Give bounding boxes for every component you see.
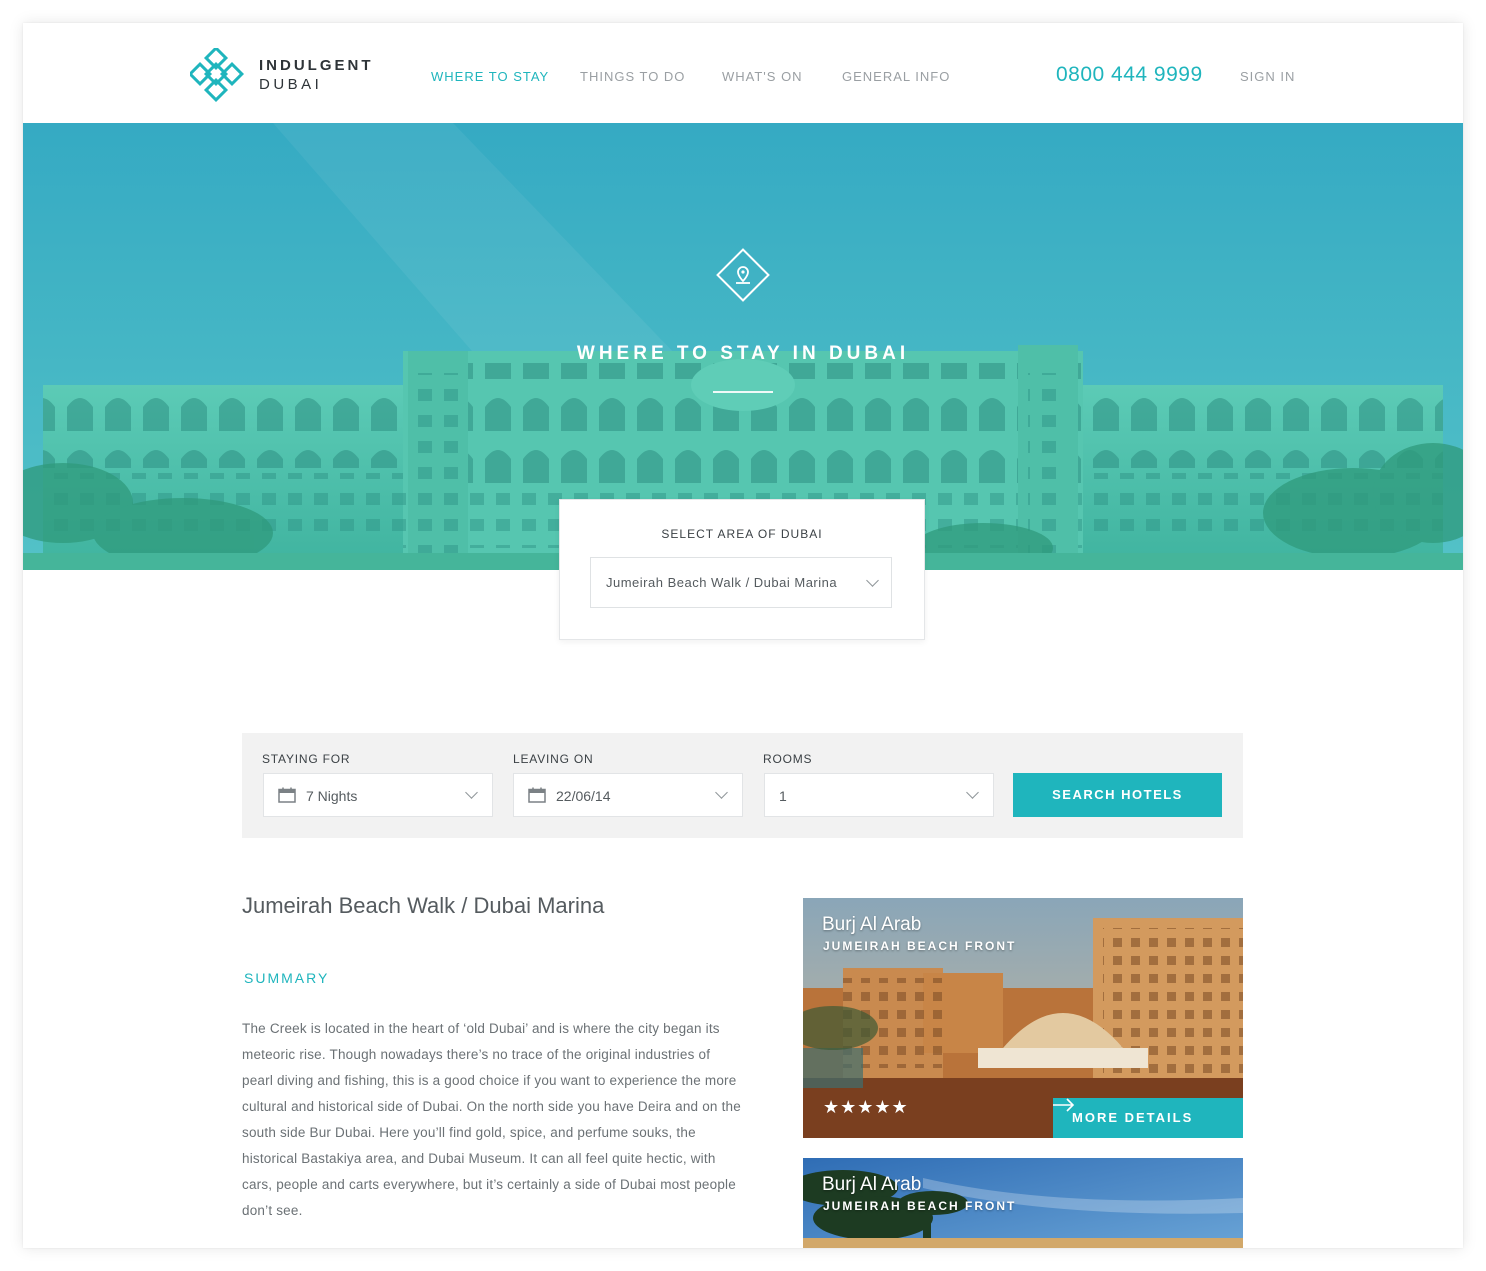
rooms-label: ROOMS: [763, 752, 813, 766]
rooms-value: 1: [779, 788, 787, 804]
phone-number[interactable]: 0800 444 9999: [1056, 63, 1203, 87]
hotel-card[interactable]: Burj Al Arab JUMEIRAH BEACH FRONT ★★★★★ …: [803, 898, 1243, 1138]
location-pin-icon: [716, 248, 770, 302]
site-header: INDULGENT DUBAI WHERE TO STAY THINGS TO …: [23, 23, 1463, 123]
nav-where-to-stay[interactable]: WHERE TO STAY: [431, 69, 549, 84]
logo-knot-icon[interactable]: [190, 48, 244, 102]
calendar-icon: [528, 787, 546, 803]
summary-paragraph: The Creek is located in the heart of ‘ol…: [242, 1021, 741, 1218]
nav-things-to-do[interactable]: THINGS TO DO: [580, 69, 685, 84]
more-details-label: MORE DETAILS: [1072, 1110, 1194, 1125]
area-selector-label: SELECT AREA OF DUBAI: [661, 527, 823, 541]
leaving-on-select[interactable]: 22/06/14: [513, 773, 743, 817]
hotel-area: JUMEIRAH BEACH FRONT: [823, 939, 1017, 953]
arrow-right-icon: [1053, 1098, 1075, 1112]
area-selector-card: SELECT AREA OF DUBAI Jumeirah Beach Walk…: [559, 499, 925, 640]
brand-city[interactable]: DUBAI: [259, 76, 322, 93]
leaving-on-value: 22/06/14: [556, 788, 611, 804]
nav-whats-on[interactable]: WHAT'S ON: [722, 69, 803, 84]
brand-name[interactable]: INDULGENT: [259, 57, 374, 74]
chevron-down-icon: [966, 786, 979, 799]
leaving-on-label: LEAVING ON: [513, 752, 594, 766]
star-rating: ★★★★★: [823, 1097, 909, 1117]
more-details-button[interactable]: MORE DETAILS: [1053, 1098, 1243, 1138]
nav-general-info[interactable]: GENERAL INFO: [842, 69, 950, 84]
area-heading: Jumeirah Beach Walk / Dubai Marina: [242, 893, 605, 918]
hotel-search-bar: STAYING FOR 7 Nights LEAVING ON 22/06/14…: [242, 733, 1243, 838]
hotel-name: Burj Al Arab: [822, 1174, 922, 1195]
page-frame: INDULGENT DUBAI WHERE TO STAY THINGS TO …: [23, 23, 1463, 1248]
chevron-down-icon: [715, 786, 728, 799]
area-select-value: Jumeirah Beach Walk / Dubai Marina: [606, 575, 838, 590]
search-hotels-button[interactable]: SEARCH HOTELS: [1013, 773, 1222, 817]
sign-in-link[interactable]: SIGN IN: [1240, 69, 1295, 84]
staying-for-select[interactable]: 7 Nights: [263, 773, 493, 817]
staying-for-value: 7 Nights: [306, 788, 358, 804]
hotel-card[interactable]: Burj Al Arab JUMEIRAH BEACH FRONT: [803, 1158, 1243, 1248]
chevron-down-icon: [465, 786, 478, 799]
hero-title: WHERE TO STAY IN DUBAI: [576, 343, 910, 364]
hotel-name: Burj Al Arab: [822, 914, 922, 935]
rooms-select[interactable]: 1: [764, 773, 994, 817]
calendar-icon: [278, 787, 296, 803]
chevron-down-icon: [866, 574, 879, 587]
area-select-dropdown[interactable]: Jumeirah Beach Walk / Dubai Marina: [590, 557, 892, 608]
staying-for-label: STAYING FOR: [262, 752, 351, 766]
summary-heading: SUMMARY: [244, 970, 330, 986]
hero-title-underline: [713, 391, 773, 393]
hotel-area: JUMEIRAH BEACH FRONT: [823, 1199, 1017, 1213]
